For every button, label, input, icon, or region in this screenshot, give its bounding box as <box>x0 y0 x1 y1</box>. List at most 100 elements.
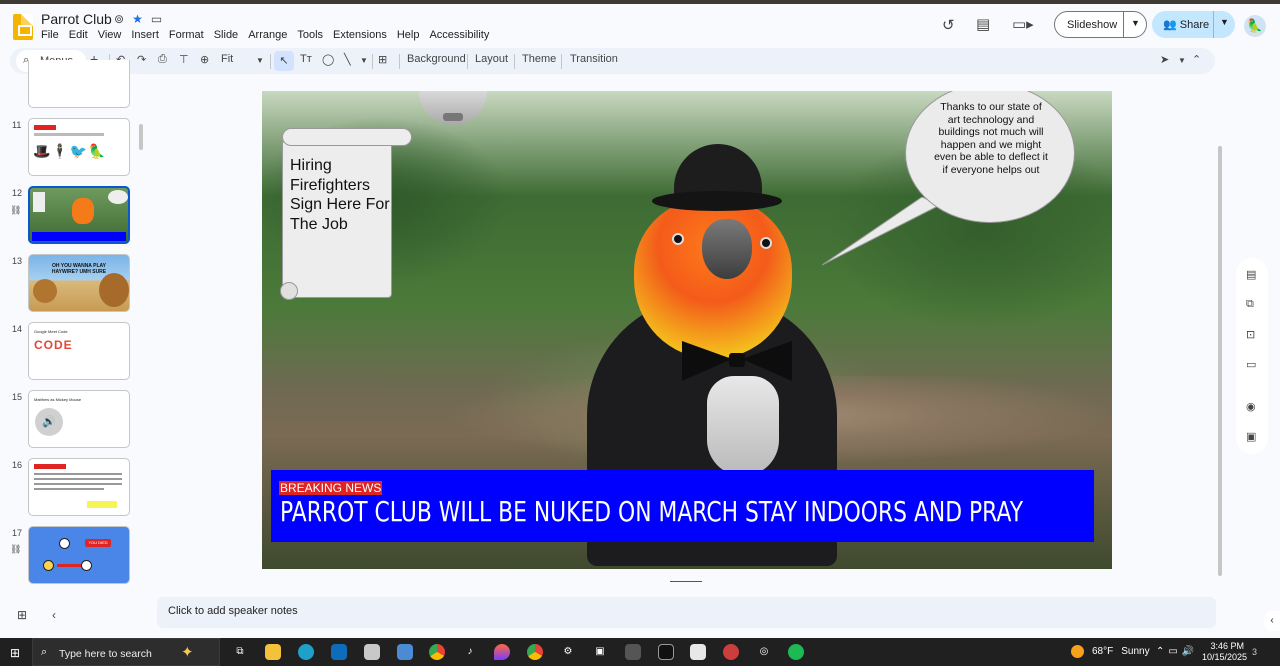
slide-thumbnail-10[interactable] <box>28 60 130 108</box>
redo-icon[interactable]: ↷ <box>137 53 146 66</box>
comments-icon[interactable]: ▤ <box>976 15 990 33</box>
menu-help[interactable]: Help <box>397 29 420 41</box>
store-icon[interactable] <box>690 644 706 660</box>
menu-arrange[interactable]: Arrange <box>248 29 287 41</box>
slide-thumbnail-13[interactable]: OH YOU WANNA PLAY HAYWIRE? UMH SURE <box>28 254 130 312</box>
print-icon[interactable]: ⎙ <box>158 53 167 66</box>
background-button[interactable]: Background <box>407 53 466 65</box>
breaking-news-banner[interactable]: BREAKING NEWS PARROT CLUB WILL BE NUKED … <box>271 470 1094 542</box>
app-icon[interactable]: ◎ <box>756 644 772 660</box>
menu-edit[interactable]: Edit <box>69 29 88 41</box>
document-title[interactable]: Parrot Club <box>41 11 112 27</box>
taskbar-clock[interactable]: 3:46 PM 10/15/2025 <box>1202 641 1247 663</box>
menu-tools[interactable]: Tools <box>297 29 323 41</box>
slide-canvas[interactable]: Hiring Firefighters Sign Here For The Jo… <box>262 91 1112 569</box>
breaking-news-tag[interactable]: BREAKING NEWS <box>279 481 383 495</box>
outlook-icon[interactable] <box>331 644 347 660</box>
speaker-notes[interactable]: Click to add speaker notes <box>157 597 1216 628</box>
menu-accessibility[interactable]: Accessibility <box>429 29 489 41</box>
media-icon[interactable]: ▣ <box>1246 430 1256 443</box>
save-status-icon[interactable]: ⊚ <box>114 12 124 26</box>
slides-logo-icon[interactable] <box>13 14 33 40</box>
speech-bubble-text[interactable]: Thanks to our state of art technology an… <box>934 101 1048 176</box>
tiktok-icon[interactable]: ♪ <box>462 644 478 660</box>
terminal-icon[interactable] <box>658 644 674 660</box>
slide-library-icon[interactable]: ⧉ <box>1246 298 1254 311</box>
canvas-scrollbar[interactable] <box>1218 146 1222 576</box>
zoom-chevron-down-icon[interactable]: ▼ <box>256 56 264 65</box>
share-button[interactable]: 👥 Share ▼ <box>1152 11 1235 38</box>
menu-insert[interactable]: Insert <box>131 29 159 41</box>
notification-count[interactable]: 3 <box>1252 647 1257 657</box>
add-image-icon[interactable]: ⊡ <box>1246 328 1255 341</box>
mode-chevron-down-icon[interactable]: ▼ <box>1178 56 1186 65</box>
expand-side-panel-icon[interactable]: ‹ <box>1264 611 1280 631</box>
avatar[interactable]: 🦜 <box>1244 15 1266 37</box>
task-view-icon[interactable]: ⧉ <box>232 644 248 660</box>
grid-view-icon[interactable]: ⊞ <box>17 608 27 622</box>
slide-thumbnail-17[interactable]: YOU DIED <box>28 526 130 584</box>
slideshow-button[interactable]: Slideshow ▼ <box>1054 11 1147 38</box>
speaker-notes-icon[interactable]: ▤ <box>1246 268 1256 281</box>
linked-object-icon[interactable]: ⛓ <box>10 205 21 216</box>
menu-extensions[interactable]: Extensions <box>333 29 387 41</box>
chrome-icon[interactable] <box>429 644 445 660</box>
linked-object-icon[interactable]: ⛓ <box>10 544 21 555</box>
meet-camera-icon[interactable]: ▭▸ <box>1012 15 1034 33</box>
file-explorer-icon[interactable] <box>265 644 281 660</box>
spotify-icon[interactable] <box>788 644 804 660</box>
menu-slide[interactable]: Slide <box>214 29 238 41</box>
zoom-icon[interactable]: ⊕ <box>200 53 209 66</box>
edge-browser-icon[interactable] <box>298 644 314 660</box>
menu-file[interactable]: File <box>41 29 59 41</box>
app-icon[interactable] <box>625 644 641 660</box>
slide-thumbnail-16[interactable] <box>28 458 130 516</box>
scroll-text[interactable]: Hiring Firefighters Sign Here For The Jo… <box>290 156 390 234</box>
version-history-icon[interactable]: ↺ <box>942 16 955 34</box>
slide-thumbnail-12[interactable] <box>28 186 130 244</box>
add-comment-icon[interactable]: ⊞ <box>378 53 387 66</box>
collapse-toolbar-icon[interactable]: ⌃ <box>1192 53 1201 66</box>
transition-button[interactable]: Transition <box>570 53 618 65</box>
folder-icon[interactable]: ▭ <box>1246 358 1256 371</box>
weather-widget[interactable]: 68°F Sunny <box>1071 645 1150 658</box>
shape-icon[interactable]: ◯ <box>322 53 334 66</box>
text-box-icon[interactable]: Tт <box>300 53 312 65</box>
select-pointer-icon[interactable]: ↖ <box>274 51 294 71</box>
zoom-select[interactable]: Fit <box>221 53 233 65</box>
menu-format[interactable]: Format <box>169 29 204 41</box>
collapse-filmstrip-icon[interactable]: ‹ <box>52 608 56 622</box>
slide-thumbnail-14[interactable]: Google Meet Code CODE <box>28 322 130 380</box>
layout-button[interactable]: Layout <box>475 53 508 65</box>
slide-thumbnail-15[interactable]: Matthew as Mickey Mouse 🔊 <box>28 390 130 448</box>
share-options-chevron-down-icon[interactable]: ▼ <box>1220 17 1229 27</box>
app-icon[interactable] <box>397 644 413 660</box>
system-tray-icons[interactable]: ⌃▭🔊 <box>1156 646 1198 657</box>
scroll-sign[interactable]: Hiring Firefighters Sign Here For The Jo… <box>280 128 412 300</box>
slide-thumbnail-11[interactable]: 🎩🕴🐦🦜 <box>28 118 130 176</box>
slideshow-options-chevron-down-icon[interactable]: ▼ <box>1131 18 1140 28</box>
record-icon[interactable]: ◉ <box>1246 400 1256 413</box>
news-headline[interactable]: PARROT CLUB WILL BE NUKED ON MARCH STAY … <box>280 494 1023 530</box>
app-icon[interactable] <box>723 644 739 660</box>
windows-start-icon[interactable]: ⊞ <box>10 646 20 660</box>
app-icon[interactable] <box>364 644 380 660</box>
filmstrip-scrollbar[interactable] <box>139 124 143 150</box>
star-icon[interactable]: ★ <box>132 12 143 26</box>
thumb-code-text: CODE <box>34 338 73 352</box>
move-folder-icon[interactable]: ▭ <box>151 12 162 26</box>
settings-gear-icon[interactable]: ⚙ <box>560 644 576 660</box>
line-icon[interactable]: ╲ <box>344 53 351 66</box>
notes-resize-handle[interactable] <box>670 581 702 582</box>
taskbar-search[interactable]: ⌕ Type here to search ✦ <box>32 638 220 666</box>
paint-format-icon[interactable]: ⊤ <box>179 53 189 66</box>
chrome-active-icon[interactable] <box>527 644 543 660</box>
line-chevron-down-icon[interactable]: ▼ <box>360 56 368 65</box>
menu-view[interactable]: View <box>98 29 122 41</box>
editing-mode-icon[interactable]: ➤ <box>1160 53 1169 66</box>
copilot-sparkle-icon[interactable]: ✦ <box>181 643 194 661</box>
app-icon[interactable] <box>494 644 510 660</box>
smoke-detector-image[interactable] <box>419 91 487 125</box>
capcut-icon[interactable]: ▣ <box>592 644 608 660</box>
theme-button[interactable]: Theme <box>522 53 556 65</box>
